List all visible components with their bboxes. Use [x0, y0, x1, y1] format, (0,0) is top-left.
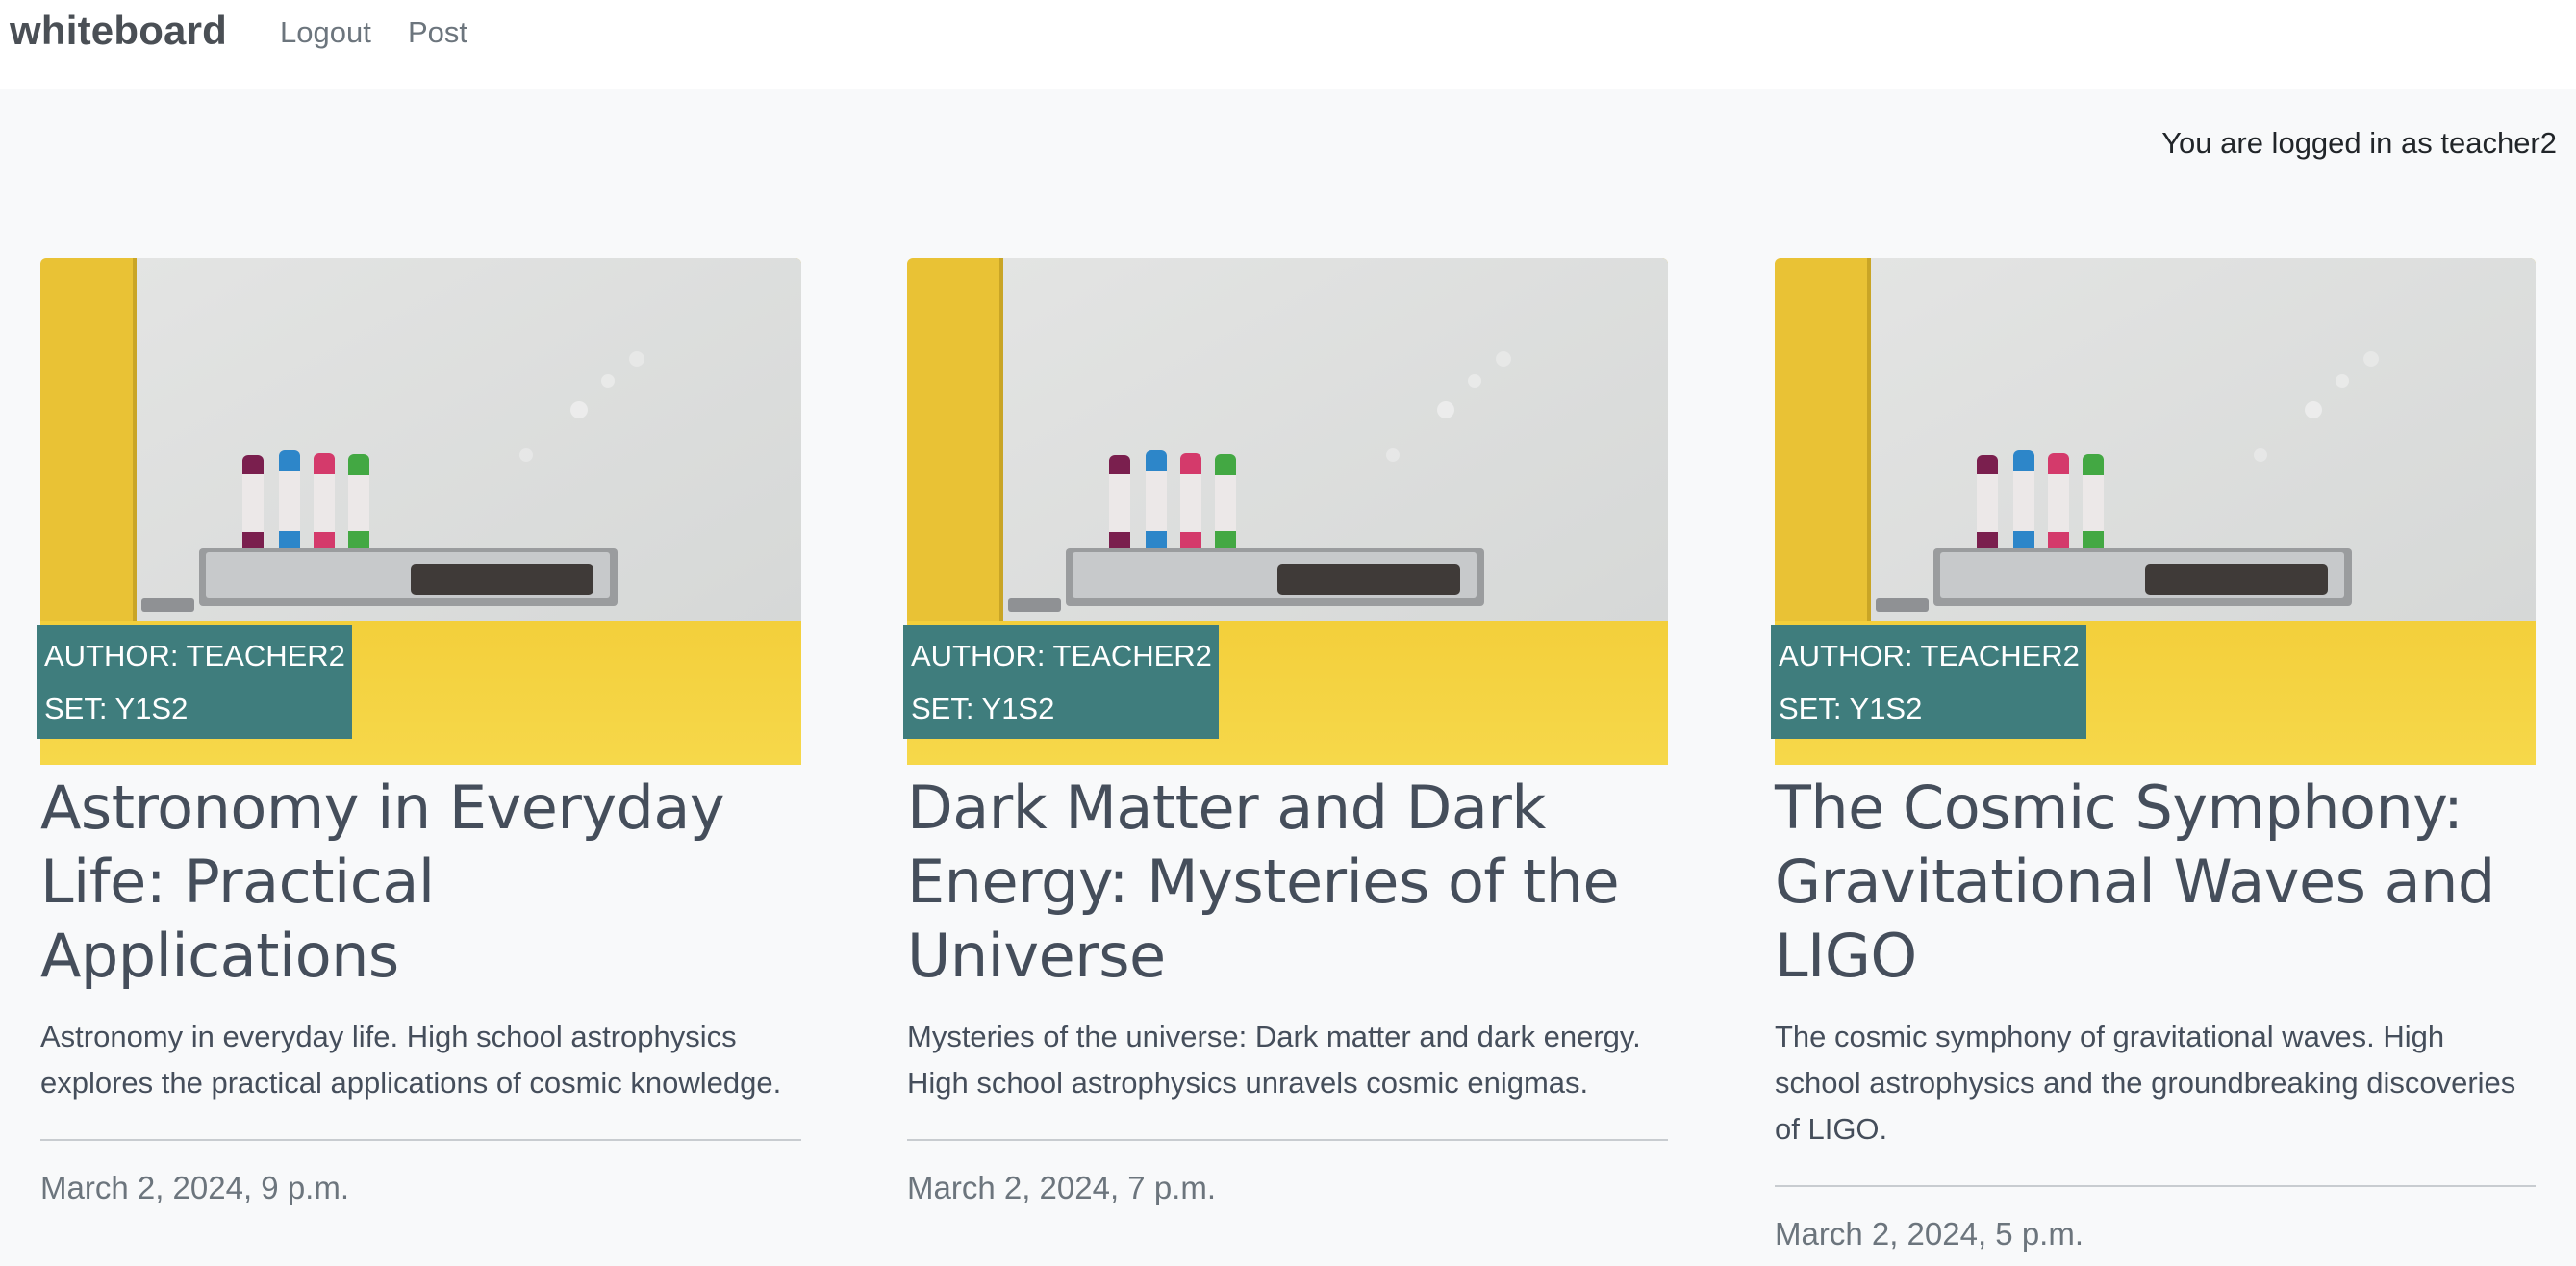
- post-meta-badge: AUTHOR: TEACHER2 SET: Y1S2: [37, 625, 352, 739]
- post-card[interactable]: AUTHOR: TEACHER2 SET: Y1S2 Dark Matter a…: [903, 258, 1668, 1206]
- post-description: The cosmic symphony of gravitational wav…: [1775, 1020, 2516, 1146]
- nav-logout-link[interactable]: Logout: [280, 15, 371, 50]
- post-date: March 2, 2024, 5 p.m.: [1775, 1216, 2084, 1252]
- top-navbar: whiteboard Logout Post: [0, 0, 2576, 89]
- post-date: March 2, 2024, 9 p.m.: [40, 1170, 349, 1205]
- post-set: SET: Y1S2: [44, 692, 189, 725]
- post-title[interactable]: The Cosmic Symphony: Gravitational Waves…: [1775, 771, 2536, 993]
- post-title[interactable]: Astronomy in Everyday Life: Practical Ap…: [40, 771, 801, 993]
- post-author: AUTHOR: TEACHER2: [911, 639, 1212, 672]
- post-thumbnail[interactable]: AUTHOR: TEACHER2 SET: Y1S2: [1771, 258, 2536, 765]
- nav-post-link[interactable]: Post: [408, 15, 467, 50]
- post-divider: [907, 1139, 1668, 1141]
- post-divider: [40, 1139, 801, 1141]
- post-meta-badge: AUTHOR: TEACHER2 SET: Y1S2: [903, 625, 1219, 739]
- post-thumbnail[interactable]: AUTHOR: TEACHER2 SET: Y1S2: [37, 258, 801, 765]
- post-title[interactable]: Dark Matter and Dark Energy: Mysteries o…: [907, 771, 1668, 993]
- post-description: Mysteries of the universe: Dark matter a…: [907, 1020, 1641, 1100]
- post-divider: [1775, 1185, 2536, 1187]
- post-meta-badge: AUTHOR: TEACHER2 SET: Y1S2: [1771, 625, 2086, 739]
- post-thumbnail[interactable]: AUTHOR: TEACHER2 SET: Y1S2: [903, 258, 1668, 765]
- brand-logo[interactable]: whiteboard: [10, 8, 227, 54]
- post-set: SET: Y1S2: [1779, 692, 1923, 725]
- post-card[interactable]: AUTHOR: TEACHER2 SET: Y1S2 Astronomy in …: [37, 258, 801, 1206]
- post-author: AUTHOR: TEACHER2: [1779, 639, 2080, 672]
- post-card[interactable]: AUTHOR: TEACHER2 SET: Y1S2 The Cosmic Sy…: [1771, 258, 2536, 1253]
- logged-in-status: You are logged in as teacher2: [2161, 126, 2557, 160]
- post-description: Astronomy in everyday life. High school …: [40, 1020, 782, 1100]
- post-date: March 2, 2024, 7 p.m.: [907, 1170, 1216, 1205]
- post-set: SET: Y1S2: [911, 692, 1055, 725]
- post-author: AUTHOR: TEACHER2: [44, 639, 345, 672]
